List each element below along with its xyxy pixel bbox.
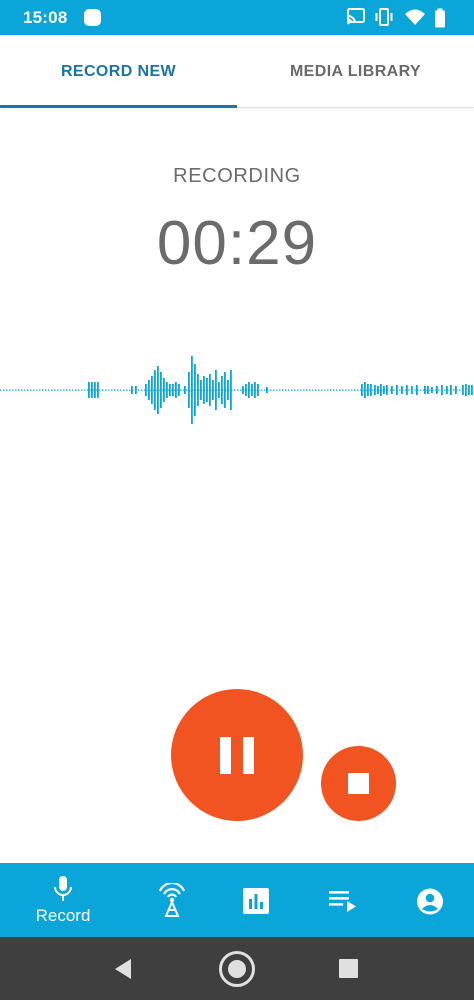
bottom-navigation: Record [0,863,474,937]
nav-broadcast[interactable] [127,863,217,937]
status-bar: 15:08 [0,0,474,35]
pause-button[interactable] [171,689,303,821]
recording-timer: 00:29 [156,209,318,278]
bar-chart-icon [243,888,269,914]
notification-icon [84,9,101,26]
recording-status: RECORDING [173,165,301,187]
recents-icon[interactable] [339,959,359,984]
nav-record-label: Record [35,906,91,925]
nav-playlist[interactable] [298,863,388,937]
tab-bar: RECORD NEW MEDIA LIBRARY [0,35,474,108]
stop-icon [348,773,369,794]
playlist-icon [329,891,356,912]
tab-record-new[interactable]: RECORD NEW [0,35,237,108]
nav-account[interactable] [385,863,474,937]
microphone-icon [54,876,72,901]
vibrate-icon [375,8,393,26]
audio-waveform [0,356,473,424]
status-time: 15:08 [23,8,68,27]
status-icons [346,8,456,28]
battery-icon [435,8,445,28]
tab-media-library[interactable]: MEDIA LIBRARY [237,35,474,108]
nav-record[interactable]: Record [18,863,108,937]
stop-button[interactable] [321,746,396,821]
home-icon[interactable] [218,950,256,993]
back-icon[interactable] [113,958,133,985]
account-icon [417,888,443,915]
wifi-icon [405,9,425,25]
nav-statistics[interactable] [211,863,301,937]
tab-indicator [0,105,237,108]
system-navigation-bar [0,937,474,1000]
cast-icon [347,8,365,25]
broadcast-icon [158,883,186,917]
